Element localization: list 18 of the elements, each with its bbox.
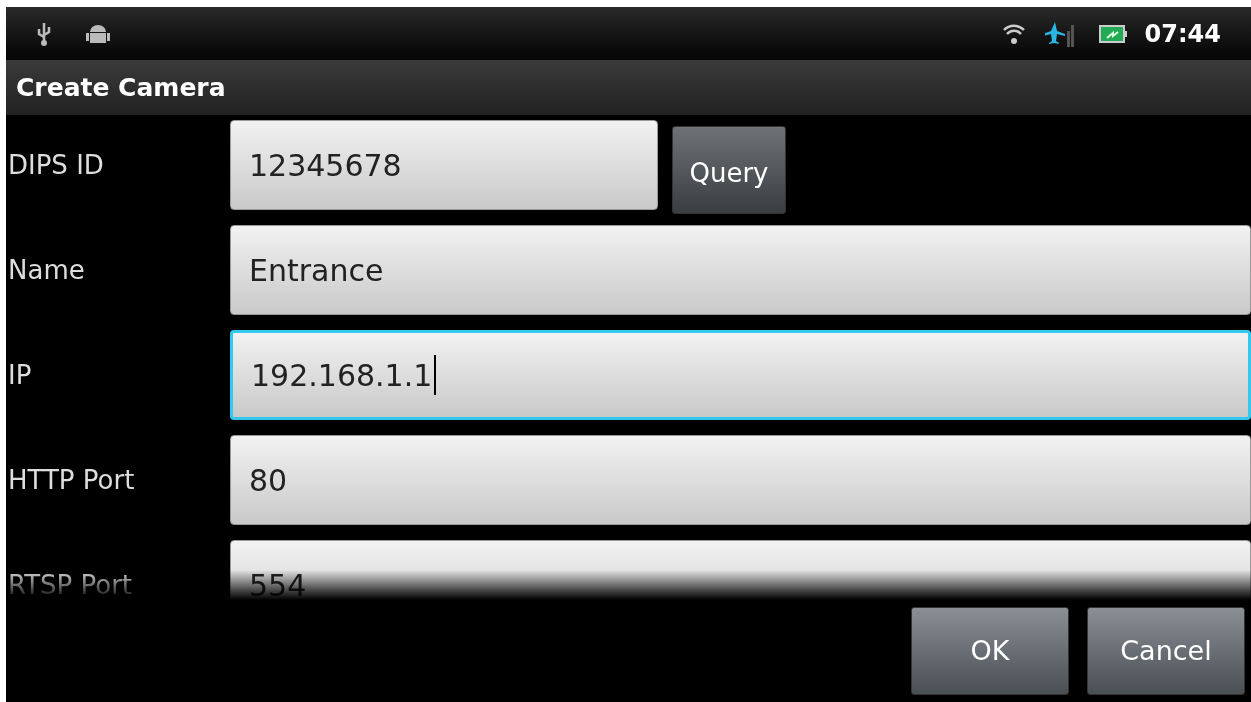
input-field[interactable]: 554 bbox=[230, 540, 1251, 600]
input-field[interactable]: 192.168.1.1 bbox=[230, 330, 1251, 420]
dialog-title: Create Camera bbox=[16, 71, 226, 104]
usb-icon bbox=[36, 20, 52, 47]
field-label: Name bbox=[7, 253, 86, 287]
field-label: DIPS ID bbox=[7, 148, 105, 182]
input-field[interactable]: 80 bbox=[230, 435, 1251, 525]
clock-time: 07:44 bbox=[1144, 18, 1221, 50]
field-label: HTTP Port bbox=[7, 463, 136, 497]
input-field[interactable]: Entrance bbox=[230, 225, 1251, 315]
input-field[interactable]: 12345678 bbox=[230, 120, 658, 210]
field-label: IP bbox=[7, 358, 33, 392]
field-label: RTSP Port bbox=[7, 568, 134, 600]
ok-button[interactable]: OK bbox=[911, 607, 1069, 695]
battery-icon bbox=[1098, 24, 1127, 43]
airplane-signal-icon bbox=[1044, 20, 1075, 47]
query-button[interactable]: Query bbox=[672, 126, 786, 214]
cancel-button[interactable]: Cancel bbox=[1087, 607, 1245, 695]
